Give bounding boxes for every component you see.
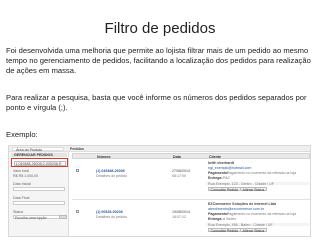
start-date-label: Data Inicial bbox=[13, 182, 31, 186]
order-time: 08:17:00 bbox=[172, 174, 186, 178]
end-date-field[interactable] bbox=[13, 201, 65, 205]
payment-detail: Pagamento no momento da retirada na loja bbox=[227, 212, 297, 216]
row-checkbox[interactable] bbox=[76, 210, 79, 213]
orders-table: Número Data Cliente (1) 049488-26008 Det… bbox=[70, 152, 310, 236]
header-number[interactable]: Número bbox=[97, 155, 111, 159]
change-status-button[interactable]: Alterar Status bbox=[240, 187, 267, 192]
example-screenshot: Área do Produto Pedidos GERENCIAR PEDIDO… bbox=[8, 145, 311, 237]
shipping-label: Entrega: bbox=[208, 217, 223, 221]
client-address: Rua Exemplo, 123 - Centro - Cidade / UF bbox=[208, 182, 274, 186]
table-row[interactable]: (1) 00528-00208 Detalhes do pedido 19/08… bbox=[72, 201, 310, 236]
instructions-paragraph: Para realizar a pesquisa, basta que você… bbox=[6, 93, 307, 112]
header-client[interactable]: Cliente bbox=[209, 155, 221, 159]
sidebar-header: GERENCIAR PEDIDOS bbox=[11, 153, 67, 157]
table-header: Número Data Cliente bbox=[72, 153, 310, 159]
shipping-label: Entrega: bbox=[208, 176, 223, 180]
order-number-filter-input[interactable]: 1;049488-26008;2-005208-R bbox=[13, 161, 66, 166]
client-email[interactable]: egl_exemplo@hotmail.com bbox=[208, 166, 251, 170]
tab-orders[interactable]: Pedidos bbox=[67, 147, 97, 151]
client-email[interactable]: atendimento@ezcommerce.com.br bbox=[208, 207, 264, 211]
order-number[interactable]: (1) 049488-26008 bbox=[96, 169, 125, 173]
client-name: keith eberhardt bbox=[208, 161, 234, 165]
start-date-field[interactable] bbox=[13, 187, 65, 191]
slide-title: Filtro de pedidos bbox=[104, 20, 216, 37]
client-address: Rua Exemplo, 456 - Bairro - Cidade / UF bbox=[208, 223, 273, 227]
header-date[interactable]: Data bbox=[173, 155, 181, 159]
end-date-label: Data Final bbox=[13, 196, 30, 200]
payment-label: Pagamento: bbox=[208, 171, 229, 175]
order-number[interactable]: (1) 00528-00208 bbox=[96, 210, 123, 214]
value-label: Valor total bbox=[13, 169, 29, 173]
order-date: 19/08/2014 bbox=[172, 210, 190, 214]
payment-label: Pagamento: bbox=[208, 212, 229, 216]
value-range: R$ R$ 1.000,00 bbox=[13, 174, 39, 178]
order-detail-link[interactable]: Detalhes do pedido bbox=[96, 174, 127, 178]
shipping-detail: PAC bbox=[223, 176, 231, 180]
view-order-button[interactable]: Consultar Pedido bbox=[208, 228, 241, 233]
table-row[interactable]: (1) 049488-26008 Detalhes do pedido 27/0… bbox=[72, 160, 310, 200]
highlight-box: 1;049488-26008;2-005208-R bbox=[11, 158, 68, 167]
view-order-button[interactable]: Consultar Pedido bbox=[208, 187, 241, 192]
row-checkbox[interactable] bbox=[76, 169, 79, 172]
chevron-down-icon[interactable] bbox=[59, 215, 67, 219]
payment-detail: Pagamento no momento da retirada na loja bbox=[227, 171, 297, 175]
client-name: EZCommerce Soluções de Internet Ltda bbox=[208, 202, 277, 206]
tab-product-area[interactable]: Área do Produto bbox=[12, 147, 64, 152]
shipping-detail: a Sedex bbox=[223, 217, 237, 221]
intro-paragraph: Foi desenvolvida uma melhoria que permit… bbox=[6, 46, 311, 75]
status-label: Status bbox=[13, 210, 24, 214]
example-label: Exemplo: bbox=[6, 130, 38, 139]
change-status-button[interactable]: Alterar Status bbox=[240, 228, 267, 233]
order-detail-link[interactable]: Detalhes do pedido bbox=[96, 215, 127, 219]
status-select[interactable]: Escolha uma opção bbox=[13, 215, 65, 220]
order-time: 16:07:12 bbox=[172, 215, 186, 219]
order-date: 27/08/2014 bbox=[172, 169, 190, 173]
filter-sidebar: GERENCIAR PEDIDOS 1;049488-26008;2-00520… bbox=[9, 152, 69, 236]
